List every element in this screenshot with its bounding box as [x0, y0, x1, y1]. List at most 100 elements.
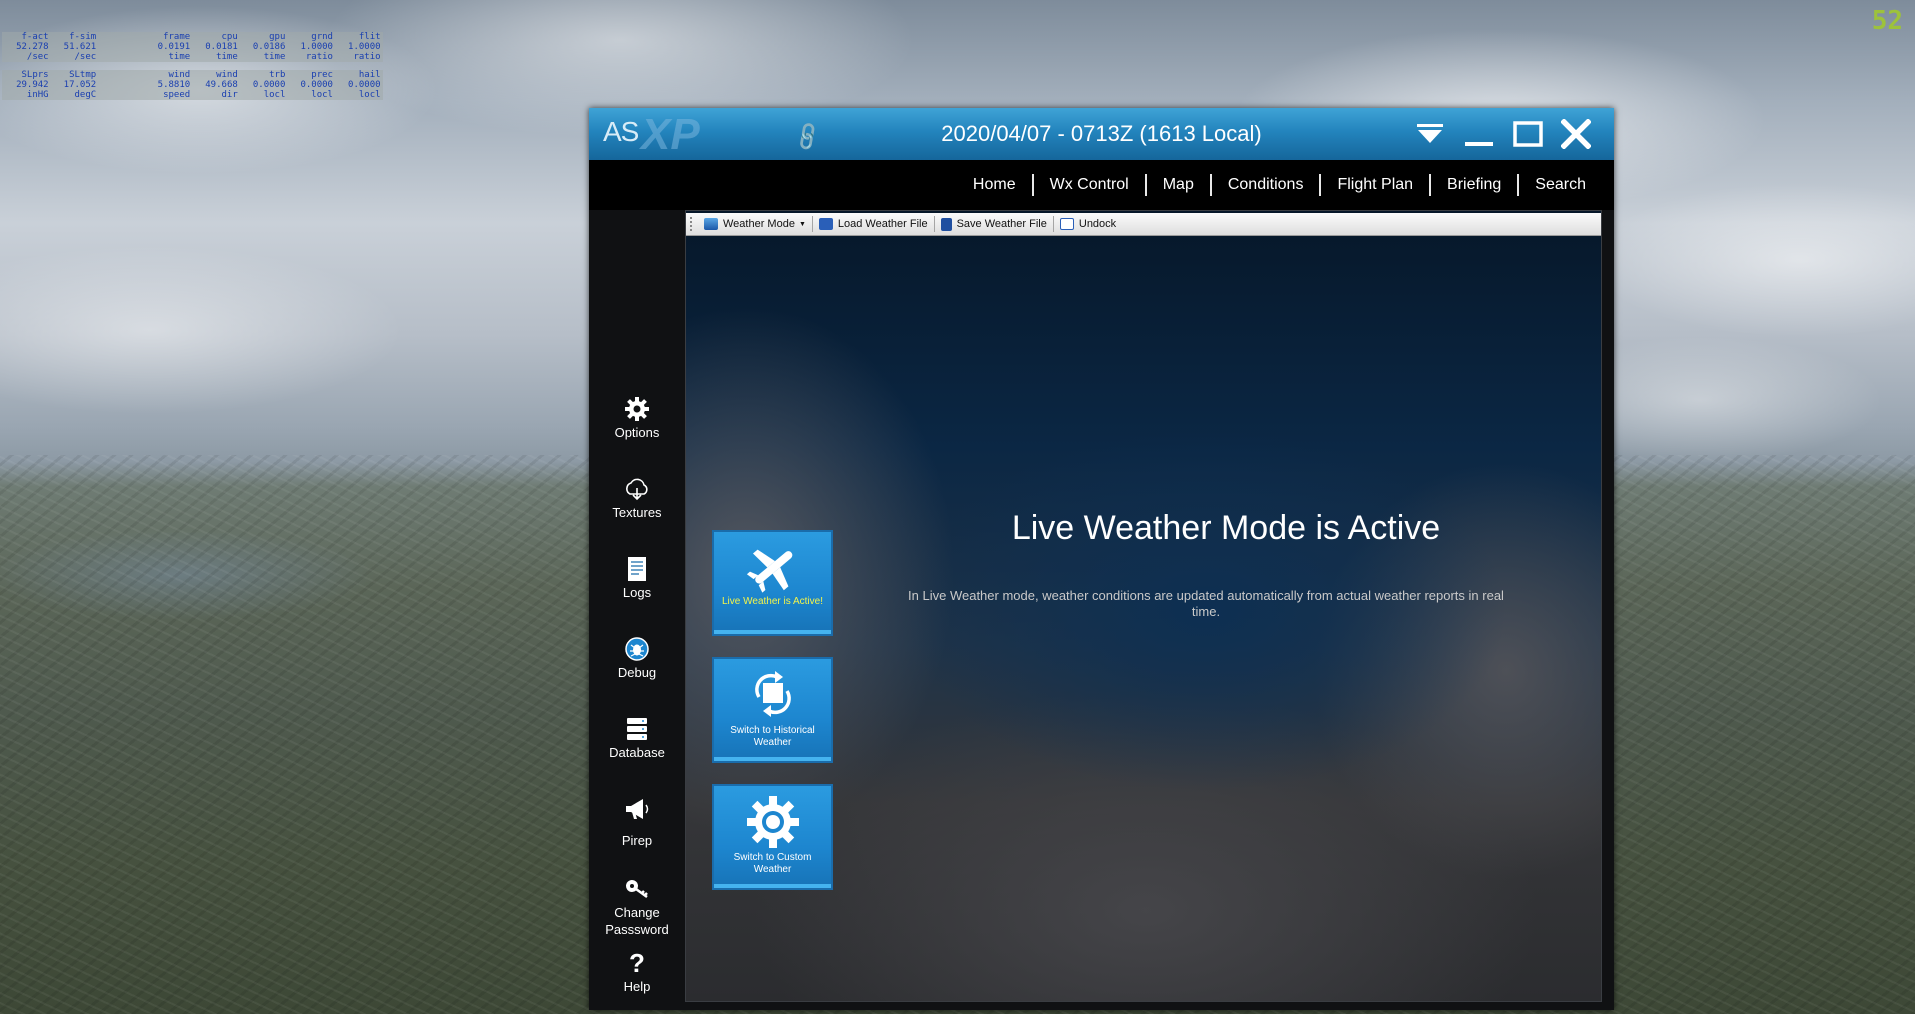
sidebar-label: Debug: [617, 665, 657, 680]
left-sidebar: Options Textures Logs Debug Database Pir…: [589, 210, 685, 1010]
sidebar-item-debug[interactable]: Debug: [589, 636, 685, 681]
live-weather-button[interactable]: Live Weather is Active!: [712, 530, 833, 636]
stats-row-top: f-act f-sim frame cpu gpu grnd flit: [2, 32, 383, 42]
toolbar: Weather Mode ▼ Load Weather File Save We…: [686, 213, 1601, 236]
stats-cell: time: [216, 52, 238, 62]
database-icon: [627, 718, 647, 740]
nav-conditions[interactable]: Conditions: [1212, 174, 1320, 196]
caret-down-icon: ▼: [798, 220, 806, 228]
stats-row-mid: 52.278 51.621 0.0191 0.0181 0.0186 1.000…: [2, 42, 383, 52]
title-bar[interactable]: XP AS 🔗 2020/04/07 - 0713Z (1613 Local): [589, 108, 1614, 160]
save-weather-file-label: Save Weather File: [956, 218, 1047, 230]
stats-panel-2: SLprs SLtmp wind wind trb prec hail 29.9…: [2, 70, 383, 100]
nav-search[interactable]: Search: [1519, 174, 1602, 196]
megaphone-icon: [626, 799, 649, 819]
stats-cell: cpu: [221, 32, 238, 42]
stats-cell: 52.278: [16, 42, 49, 52]
minimize-button[interactable]: [1461, 118, 1497, 150]
weather-mode-label: Weather Mode: [723, 218, 795, 230]
stats-cell: hail: [358, 70, 381, 80]
stats-cell: locl: [311, 90, 333, 100]
stats-row-bot: /sec /sec time time time ratio ratio: [2, 52, 383, 62]
folder-icon: [818, 218, 833, 230]
load-weather-file-button[interactable]: Load Weather File: [813, 214, 934, 234]
maximize-button[interactable]: [1510, 118, 1546, 150]
stats-cell: locl: [263, 90, 286, 100]
sidebar-label: Options: [614, 425, 660, 440]
document-icon: [628, 557, 646, 581]
sidebar-label: Pirep: [621, 833, 653, 848]
airplane-icon: [746, 549, 792, 593]
stats-cell: dir: [221, 90, 238, 100]
stats-cell: wind: [168, 70, 191, 80]
stats-cell: 29.942: [16, 80, 49, 90]
sidebar-item-change-password[interactable]: Change Passsword: [589, 876, 685, 938]
cloud-download-icon: [626, 478, 648, 501]
stats-cell: SLtmp: [69, 70, 97, 80]
sidebar-item-textures[interactable]: Textures: [589, 476, 685, 521]
swap-icon: [754, 671, 791, 717]
stats-cell: trb: [269, 70, 286, 80]
stats-cell: frame: [163, 32, 191, 42]
maximize-icon: [1513, 121, 1543, 147]
undock-label: Undock: [1078, 218, 1117, 230]
nav-briefing[interactable]: Briefing: [1431, 174, 1517, 196]
top-nav: Home Wx Control Map Conditions Flight Pl…: [589, 160, 1614, 210]
sidebar-label: Logs: [622, 585, 652, 600]
stats-cell: inHG: [26, 90, 49, 100]
stats-cell: 5.8810: [157, 80, 191, 90]
sidebar-item-options[interactable]: Options: [589, 396, 685, 441]
switch-historical-label: Switch to Historical Weather: [730, 725, 815, 748]
fps-counter: 52: [1871, 6, 1903, 36]
live-weather-label: Live Weather is Active!: [722, 596, 823, 607]
stats-cell: 49.668: [205, 80, 238, 90]
stats-cell: gpu: [269, 32, 286, 42]
weather-cloud-icon: [704, 218, 718, 230]
window-icon: [1059, 218, 1074, 230]
toolbar-grip[interactable]: [690, 217, 698, 231]
page-title: Live Weather Mode is Active: [1011, 509, 1441, 547]
gear-icon: [625, 397, 649, 421]
nav-wx-control[interactable]: Wx Control: [1034, 174, 1145, 196]
sidebar-item-help[interactable]: ? Help: [589, 950, 685, 995]
stats-cell: time: [168, 52, 191, 62]
stats-row-top: SLprs SLtmp wind wind trb prec hail: [2, 70, 383, 80]
nav-flight-plan[interactable]: Flight Plan: [1321, 174, 1429, 196]
sidebar-item-database[interactable]: Database: [589, 716, 685, 761]
stats-cell: 0.0181: [205, 42, 238, 52]
save-weather-file-button[interactable]: Save Weather File: [935, 214, 1053, 234]
stats-cell: /sec: [26, 52, 49, 62]
stats-cell: prec: [311, 70, 333, 80]
switch-custom-label: Switch to Custom Weather: [733, 852, 812, 875]
sidebar-label: Help: [623, 979, 651, 994]
stats-cell: 51.621: [63, 42, 97, 52]
nav-home[interactable]: Home: [957, 174, 1032, 196]
gear-icon: [746, 796, 799, 848]
switch-historical-button[interactable]: Switch to Historical Weather: [712, 657, 833, 763]
dropdown-button[interactable]: [1412, 118, 1448, 150]
bug-icon: [625, 637, 649, 661]
close-button[interactable]: [1558, 118, 1594, 150]
undock-button[interactable]: Undock: [1054, 214, 1122, 234]
sidebar-item-logs[interactable]: Logs: [589, 556, 685, 601]
switch-custom-button[interactable]: Switch to Custom Weather: [712, 784, 833, 890]
sidebar-label: Database: [609, 745, 665, 760]
stats-cell: 17.052: [63, 80, 97, 90]
content-panel: Weather Mode ▼ Load Weather File Save We…: [685, 210, 1602, 1002]
weather-mode-dropdown[interactable]: Weather Mode ▼: [698, 214, 812, 234]
stats-cell: locl: [358, 90, 381, 100]
close-icon: [1561, 119, 1591, 149]
sidebar-label: Change Passsword: [605, 905, 669, 937]
stats-cell: /sec: [74, 52, 97, 62]
stats-cell: grnd: [311, 32, 333, 42]
load-weather-file-label: Load Weather File: [837, 218, 928, 230]
nav-map[interactable]: Map: [1147, 174, 1210, 196]
stats-row-bot: inHG degC speed dir locl locl locl: [2, 90, 383, 100]
stats-cell: wind: [216, 70, 238, 80]
sidebar-item-pirep[interactable]: Pirep: [589, 796, 685, 849]
stats-row-mid: 29.942 17.052 5.8810 49.668 0.0000 0.000…: [2, 80, 383, 90]
stats-cell: time: [263, 52, 286, 62]
stats-cell: 0.0000: [348, 80, 381, 90]
stats-cell: ratio: [353, 52, 381, 62]
stats-cell: f-sim: [69, 32, 97, 42]
